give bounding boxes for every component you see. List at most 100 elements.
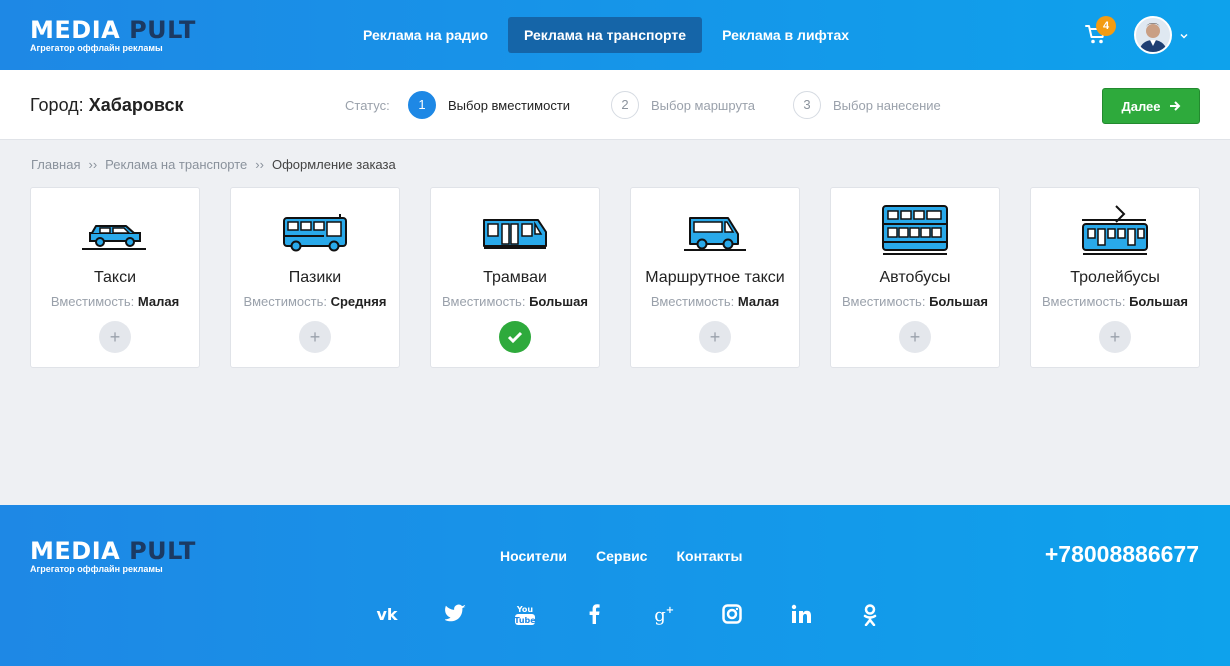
logo-tagline: Агрегатор оффлайн рекламы — [30, 43, 163, 53]
add-button[interactable]: + — [1099, 321, 1131, 353]
next-button[interactable]: Далее — [1102, 88, 1200, 124]
add-button[interactable]: + — [699, 321, 731, 353]
breadcrumb: Главная ›› Реклама на транспорте ›› Офор… — [31, 157, 396, 172]
capacity-value: Малая — [137, 294, 180, 309]
step-label: Выбор вместимости — [448, 97, 571, 113]
taxi-icon — [82, 225, 146, 250]
logo-name-b: PULT — [129, 16, 196, 44]
main-nav: Реклама на радио Реклама на транспорте Р… — [347, 17, 869, 53]
status-bar: Город: Хабаровск Статус: 1 Выбор вместим… — [0, 70, 1230, 140]
svg-text:You: You — [515, 605, 533, 614]
youtube-icon[interactable]: You Tube — [490, 604, 559, 626]
svg-text:vk: vk — [376, 605, 397, 624]
vehicle-cards: Такси Вместимость: Малая + Пазики Вмести… — [30, 187, 1200, 368]
step-label: Выбор нанесение — [833, 97, 941, 113]
capacity-value: Малая — [737, 294, 780, 309]
add-button[interactable]: + — [899, 321, 931, 353]
phone-number[interactable]: +78008886677 — [1045, 541, 1199, 568]
card-title: Тролейбусы — [1070, 269, 1160, 286]
footer-logo[interactable]: MEDIA PULT Агрегатор оффлайн рекламы — [30, 539, 196, 574]
step-1[interactable]: 1 Выбор вместимости — [408, 91, 570, 119]
breadcrumb-separator: ›› — [255, 157, 264, 172]
footer-nav: Носители Сервис Контакты — [500, 548, 742, 564]
cart-badge: 4 — [1096, 16, 1116, 36]
footer: MEDIA PULT Агрегатор оффлайн рекламы Нос… — [0, 505, 1230, 666]
arrow-right-icon — [1169, 101, 1180, 111]
instagram-icon[interactable] — [697, 604, 766, 626]
vk-icon[interactable]: vk — [352, 604, 421, 626]
card-title: Такси — [93, 269, 137, 286]
card-bus[interactable]: Автобусы Вместимость: Большая + — [830, 187, 1000, 368]
nav-transport[interactable]: Реклама на транспорте — [508, 17, 703, 53]
capacity-value: Большая — [929, 294, 988, 309]
footer-link-contacts[interactable]: Контакты — [676, 548, 742, 564]
card-title: Трамваи — [483, 269, 547, 286]
facebook-icon[interactable] — [559, 604, 628, 626]
footer-link-service[interactable]: Сервис — [596, 548, 647, 564]
step-number: 3 — [793, 91, 821, 119]
city-label: Город: — [30, 95, 84, 115]
card-route-taxi[interactable]: Маршрутное такси Вместимость: Малая + — [630, 187, 800, 368]
svg-text:+: + — [665, 605, 673, 616]
svg-text:g: g — [654, 605, 666, 626]
card-title: Автобусы — [879, 269, 951, 286]
card-capacity: Вместимость: Малая — [631, 294, 799, 309]
capacity-label: Вместимость: — [243, 294, 327, 309]
card-capacity: Вместимость: Большая — [831, 294, 999, 309]
step-number: 2 — [611, 91, 639, 119]
step-number: 1 — [408, 91, 436, 119]
capacity-label: Вместимость: — [842, 294, 926, 309]
odnoklassniki-icon[interactable] — [835, 604, 904, 626]
add-button[interactable]: + — [299, 321, 331, 353]
card-capacity: Вместимость: Средняя — [231, 294, 399, 309]
tram-icon — [483, 219, 547, 249]
step-label: Выбор маршрута — [651, 97, 755, 113]
trolleybus-icon — [1082, 205, 1148, 255]
double-decker-bus-icon — [882, 205, 948, 255]
van-icon — [684, 217, 746, 251]
breadcrumb-separator: ›› — [88, 157, 98, 172]
card-taxi[interactable]: Такси Вместимость: Малая + — [30, 187, 200, 368]
card-trolleybus[interactable]: Тролейбусы Вместимость: Большая + — [1030, 187, 1200, 368]
google-plus-icon[interactable]: g + — [628, 604, 697, 626]
logo-tagline: Агрегатор оффлайн рекламы — [30, 564, 163, 574]
city-selector[interactable]: Город: Хабаровск — [30, 95, 183, 116]
add-button[interactable]: + — [99, 321, 131, 353]
capacity-label: Вместимость: — [442, 294, 526, 309]
capacity-value: Большая — [529, 294, 588, 309]
logo[interactable]: MEDIA PULT Агрегатор оффлайн рекламы — [30, 18, 196, 53]
social-links: vk You Tube g + — [352, 604, 904, 626]
step-3[interactable]: 3 Выбор нанесение — [793, 91, 941, 119]
breadcrumb-current: Оформление заказа — [271, 157, 396, 172]
check-icon[interactable] — [499, 321, 531, 353]
card-minibus[interactable]: Пазики Вместимость: Средняя + — [230, 187, 400, 368]
next-button-label: Далее — [1121, 98, 1161, 114]
svg-text:Tube: Tube — [514, 616, 536, 625]
capacity-label: Вместимость: — [50, 294, 135, 309]
avatar-photo — [1136, 18, 1170, 52]
card-capacity: Вместимость: Большая — [431, 294, 599, 309]
city-value: Хабаровск — [88, 95, 184, 115]
capacity-value: Средняя — [330, 294, 387, 309]
twitter-icon[interactable] — [421, 604, 490, 626]
status-label: Статус: — [345, 98, 390, 113]
card-title: Маршрутное такси — [645, 269, 785, 286]
logo-name-a: MEDIA — [30, 16, 121, 44]
step-2[interactable]: 2 Выбор маршрута — [611, 91, 755, 119]
logo-name-a: MEDIA — [30, 537, 121, 565]
nav-radio[interactable]: Реклама на радио — [347, 17, 504, 53]
card-capacity: Вместимость: Большая — [1031, 294, 1199, 309]
breadcrumb-transport[interactable]: Реклама на транспорте — [105, 157, 247, 172]
avatar[interactable] — [1134, 16, 1172, 54]
nav-elevators[interactable]: Реклама в лифтах — [706, 17, 865, 53]
card-title: Пазики — [288, 269, 342, 286]
footer-link-media[interactable]: Носители — [500, 548, 567, 564]
breadcrumb-home[interactable]: Главная — [31, 157, 80, 172]
logo-name-b: PULT — [129, 537, 196, 565]
capacity-label: Вместимость: — [1042, 294, 1126, 309]
chevron-down-icon[interactable] — [1178, 30, 1190, 42]
linkedin-icon[interactable] — [766, 604, 835, 626]
capacity-value: Большая — [1129, 294, 1188, 309]
header: MEDIA PULT Агрегатор оффлайн рекламы Рек… — [0, 0, 1230, 70]
card-tram[interactable]: Трамваи Вместимость: Большая — [430, 187, 600, 368]
